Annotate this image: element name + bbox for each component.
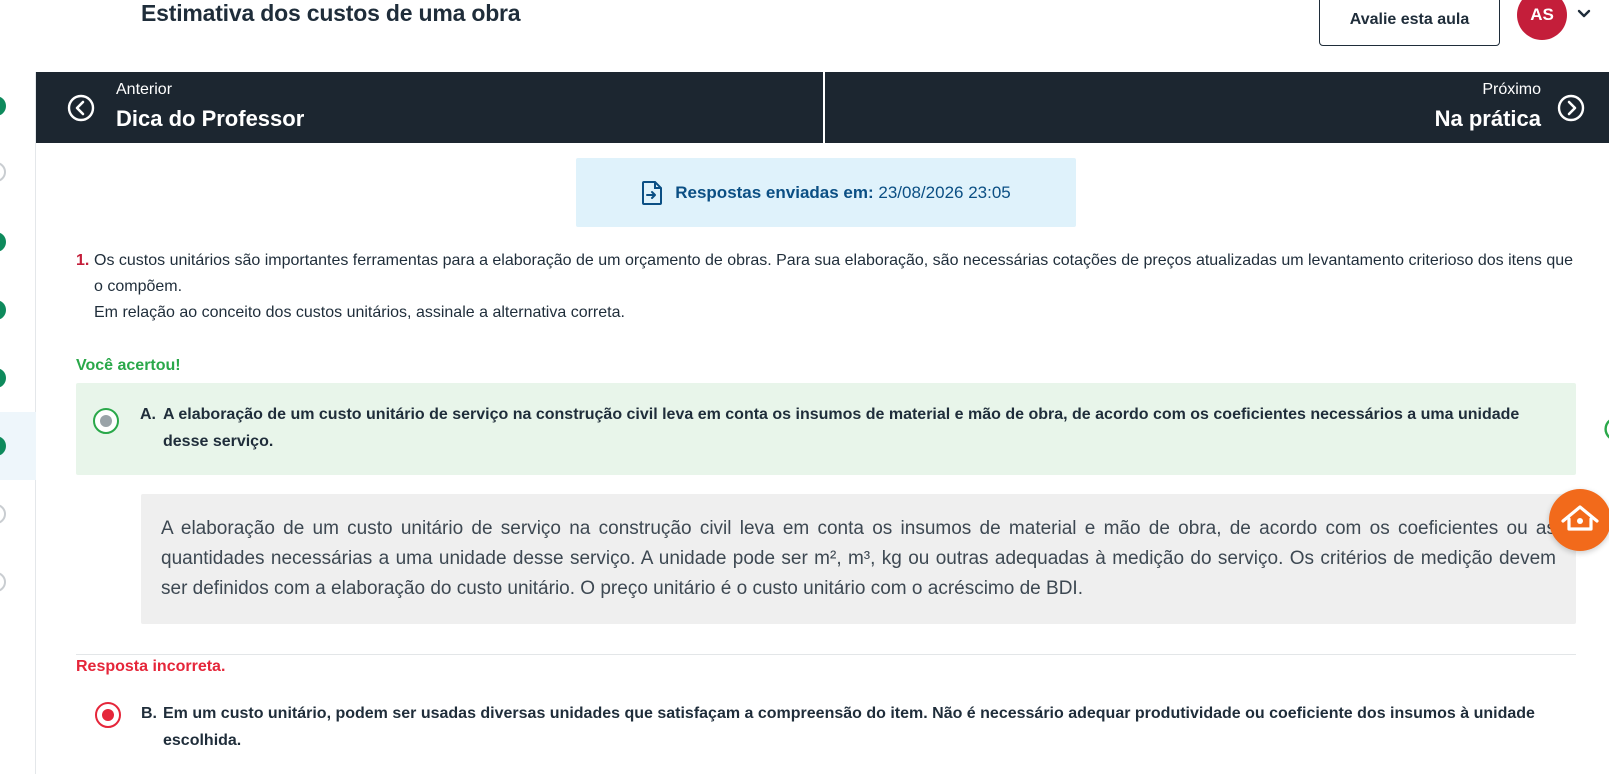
sidebar-step-complete-icon[interactable]	[0, 96, 6, 116]
previous-title: Dica do Professor	[116, 106, 305, 131]
next-title: Na prática	[1434, 106, 1541, 131]
next-label: Próximo	[1482, 81, 1541, 98]
sidebar-step-complete-icon[interactable]	[0, 368, 6, 388]
question-number: 1.	[76, 252, 90, 269]
divider	[76, 654, 1576, 655]
top-header: Estimativa dos custos de uma obra Avalie…	[0, 0, 1609, 72]
question-block: 1. Os custos unitários são importantes f…	[76, 248, 1576, 326]
option-a-explanation: A elaboração de um custo unitário de ser…	[141, 494, 1576, 624]
question-statement: Os custos unitários são importantes ferr…	[94, 252, 1574, 295]
sidebar-step-pending-icon[interactable]	[0, 162, 6, 182]
correct-feedback: Você acertou!	[76, 357, 181, 374]
sidebar-step-pending-icon[interactable]	[0, 504, 6, 524]
chevron-down-icon[interactable]	[1576, 6, 1592, 22]
chevron-left-circle-icon	[67, 94, 95, 122]
previous-lesson-link[interactable]: Anterior Dica do Professor	[36, 72, 825, 143]
page-title: Estimativa dos custos de uma obra	[141, 0, 521, 26]
question-instruction: Em relação ao conceito dos custos unitár…	[94, 304, 625, 321]
help-chat-button[interactable]	[1549, 489, 1609, 551]
sidebar-step-complete-icon[interactable]	[0, 232, 6, 252]
sidebar-step-complete-icon[interactable]	[0, 300, 6, 320]
lesson-sidebar	[0, 72, 36, 774]
next-lesson-link[interactable]: Próximo Na prática	[825, 72, 1609, 143]
previous-label: Anterior	[116, 81, 173, 98]
chat-assistant-icon	[1561, 505, 1599, 531]
sidebar-step-pending-icon[interactable]	[0, 572, 6, 592]
option-a-text: A elaboração de um custo unitário de ser…	[163, 406, 1520, 450]
option-b-letter: B.	[141, 705, 157, 722]
option-b-radio[interactable]	[95, 702, 121, 728]
option-a-radio[interactable]	[93, 408, 119, 434]
chevron-right-circle-icon	[1557, 94, 1585, 122]
option-a-letter: A.	[140, 406, 156, 423]
document-arrow-icon	[642, 180, 663, 205]
check-circle-icon	[1604, 419, 1609, 439]
user-avatar[interactable]: AS	[1517, 0, 1567, 40]
lesson-navigation: Anterior Dica do Professor Próximo Na pr…	[36, 72, 1609, 143]
submission-datetime: 23/08/2026 23:05	[878, 182, 1011, 202]
rate-lesson-button[interactable]: Avalie esta aula	[1319, 0, 1500, 46]
option-a[interactable]: A. A elaboração de um custo unitário de …	[76, 383, 1609, 475]
submission-info: Respostas enviadas em: 23/08/2026 23:05	[576, 158, 1076, 227]
incorrect-feedback: Resposta incorreta.	[76, 658, 226, 675]
submission-label: Respostas enviadas em:	[675, 182, 874, 202]
option-b-text[interactable]: Em um custo unitário, podem ser usadas d…	[163, 700, 1563, 754]
